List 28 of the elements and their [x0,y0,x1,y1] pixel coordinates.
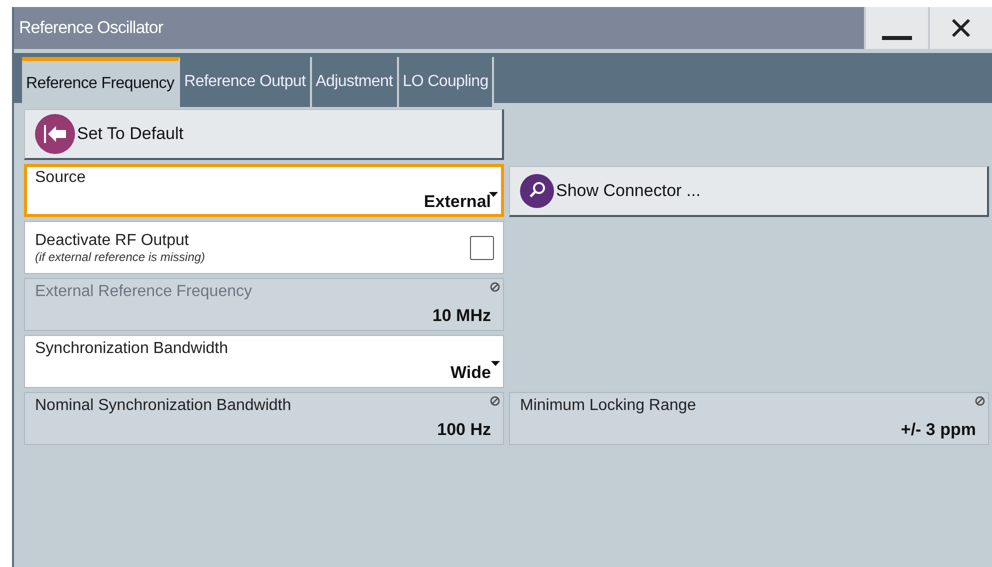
search-icon [520,174,554,208]
caret-icon [491,361,500,366]
field-value: +/- 3 ppm [900,420,976,440]
tab[interactable]: LO Coupling [398,57,494,107]
dropdown-field[interactable]: Synchronization Bandwidth Wide [24,335,504,388]
field-label: Minimum Locking Range [520,397,698,415]
minimize-button[interactable] [864,7,928,49]
close-icon [951,18,971,38]
field-label: Nominal Synchronization Bandwidth [35,397,292,415]
read-only-icon [490,282,500,292]
field-label: External Reference Frequency [35,283,253,301]
checkbox-row[interactable]: Deactivate RF Output (if external reference is missing) [24,221,504,274]
read-only-icon [490,396,500,406]
minimize-icon [882,35,912,41]
close-button[interactable] [928,7,992,49]
tab[interactable]: Adjustment [312,57,399,107]
checkbox-label: Deactivate RF Output [35,232,190,250]
read-only-icon [975,396,985,406]
hint-text: (if external reference is missing) [35,250,206,264]
caret-icon [489,192,498,197]
field-value: 10 MHz [432,306,491,326]
tab[interactable]: Reference Output [180,57,312,107]
field-value: 100 Hz [437,420,491,440]
checkbox[interactable] [470,236,494,260]
window-title: Reference Oscillator [18,18,164,38]
dropdown-field[interactable]: Source External [24,164,504,217]
show-connector-button[interactable]: Show Connector ... [509,166,989,217]
default-button[interactable]: Set To Default [24,109,504,160]
